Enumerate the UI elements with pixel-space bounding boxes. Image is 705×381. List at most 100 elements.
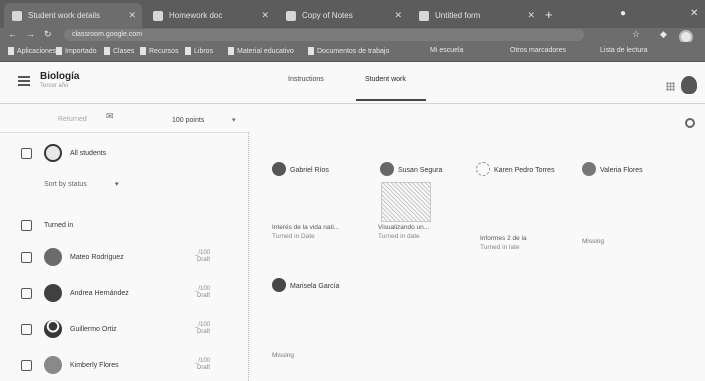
course-subtitle: Tercer año [40, 83, 69, 89]
bookmark-label: Aplicaciones [17, 47, 57, 55]
bookmark-label: Otros marcadores [510, 47, 567, 54]
student-row[interactable]: Mateo Rodríguez _/100 Draft [0, 244, 248, 272]
tab-label: Student work details [28, 11, 101, 20]
browser-tab-1[interactable]: Student work details ✕ [4, 3, 142, 28]
forward-icon[interactable]: → [26, 29, 35, 39]
all-students-label: All students [70, 150, 107, 157]
points-select[interactable]: 100 points [172, 117, 204, 124]
active-tab-indicator [356, 99, 426, 101]
tab-favicon-icon [12, 10, 22, 21]
chevron-down-icon[interactable]: ▾ [232, 116, 236, 124]
select-turned-in-checkbox[interactable] [21, 220, 32, 231]
extensions-icon[interactable]: ◆ [660, 29, 667, 40]
all-students-row[interactable]: All students [0, 140, 248, 168]
bookmark-label: Recursos [149, 47, 179, 55]
select-all-checkbox[interactable] [21, 148, 32, 159]
student-avatar [476, 162, 490, 176]
new-tab-button[interactable]: + [545, 7, 553, 22]
turned-in-label: Turned in [44, 222, 74, 229]
bookmark-item[interactable]: Lista de lectura [600, 47, 647, 54]
card-status: Missing [582, 238, 605, 245]
student-avatar [44, 248, 62, 266]
folder-icon [308, 47, 314, 55]
tab-label: Homework doc [169, 11, 223, 20]
student-name: Guillermo Ortiz [70, 326, 117, 333]
address-bar-row: ← → ↻ classroom.google.com ☆ ◆ [0, 28, 705, 42]
sort-label: Returned [58, 116, 87, 123]
bookmark-item[interactable]: Documentos de trabajo [308, 47, 389, 55]
sort-status-select[interactable]: Sort by status [44, 181, 87, 188]
student-checkbox[interactable] [21, 252, 32, 263]
user-avatar[interactable] [681, 76, 697, 94]
browser-tab-4[interactable]: Untitled form ✕ [411, 3, 541, 28]
classroom-header: Biología Tercer año Instructions Student… [0, 62, 705, 104]
grade-status: Draft [196, 257, 210, 263]
bookmark-label: Documentos de trabajo [317, 47, 390, 55]
divider [0, 132, 248, 133]
chevron-down-icon[interactable]: ▾ [115, 180, 119, 188]
card-attachment-title: Visualizando un... [378, 224, 430, 231]
attachment-thumbnail[interactable] [381, 182, 431, 222]
student-row[interactable]: Andrea Hernández _/100 Draft [0, 280, 248, 308]
all-students-icon [44, 144, 62, 162]
grade-value: _/100 [194, 358, 210, 364]
star-icon[interactable]: ☆ [632, 29, 640, 40]
close-tab-icon[interactable]: ✕ [394, 10, 402, 21]
bookmark-label: Libros [194, 47, 214, 55]
bookmark-label: Clases [113, 47, 135, 55]
apps-grid-icon[interactable] [666, 82, 675, 91]
close-tab-icon[interactable]: ✕ [128, 10, 136, 21]
student-grade[interactable]: _/100 Draft [180, 322, 210, 336]
grade-value: _/100 [194, 286, 210, 292]
bookmark-item[interactable]: Clases [104, 47, 134, 55]
browser-tab-3[interactable]: Copy of Notes ✕ [278, 3, 408, 28]
bookmark-item[interactable]: Aplicaciones [8, 47, 56, 55]
menu-icon[interactable] [18, 76, 30, 86]
student-checkbox[interactable] [21, 324, 32, 335]
back-icon[interactable]: ← [8, 29, 17, 39]
card-status: Turned in late [480, 244, 520, 251]
folder-icon [104, 47, 110, 55]
student-avatar [272, 162, 286, 176]
close-tab-icon[interactable]: ✕ [261, 10, 269, 21]
browser-tab-bar: Student work details ✕ Homework doc ✕ Co… [0, 0, 705, 28]
student-avatar [272, 278, 286, 292]
student-grade[interactable]: _/100 Draft [180, 250, 210, 264]
browser-tab-2[interactable]: Homework doc ✕ [145, 3, 275, 28]
card-student-name: Susan Segura [398, 167, 443, 174]
tab-student-work[interactable]: Student work [365, 76, 406, 83]
minimize-icon[interactable]: ● [620, 8, 626, 19]
student-avatar [582, 162, 596, 176]
turned-in-header[interactable]: Turned in [0, 214, 248, 242]
student-grade[interactable]: _/100 Draft [180, 358, 210, 372]
course-title[interactable]: Biología [40, 71, 79, 82]
tab-instructions[interactable]: Instructions [288, 76, 324, 83]
card-student-name: Valeria Flores [600, 167, 643, 174]
student-checkbox[interactable] [21, 288, 32, 299]
student-row[interactable]: Guillermo Ortiz _/100 Draft [0, 316, 248, 344]
bookmark-item[interactable]: Libros [185, 47, 213, 55]
card-status: Turned in Date [272, 233, 315, 240]
card-attachment-title: Informes 2 de la [480, 235, 527, 242]
mail-icon[interactable]: ✉ [106, 111, 114, 122]
address-input[interactable]: classroom.google.com [64, 29, 584, 41]
card-status: Missing [272, 352, 295, 359]
close-window-icon[interactable]: ✕ [690, 8, 698, 19]
student-row[interactable]: Kimberly Flores _/100 Draft [0, 352, 248, 380]
bookmark-item[interactable]: Recursos [140, 47, 179, 55]
bookmark-item[interactable]: Importado [56, 47, 97, 55]
bookmark-item[interactable]: Material educativo [228, 47, 294, 55]
bookmark-label: Lista de lectura [600, 47, 648, 54]
folder-icon [56, 47, 62, 55]
settings-icon[interactable] [685, 118, 695, 128]
bookmark-item[interactable]: Mi escuela [430, 47, 463, 54]
folder-icon [140, 47, 146, 55]
student-grade[interactable]: _/100 Draft [180, 286, 210, 300]
student-checkbox[interactable] [21, 360, 32, 371]
reload-icon[interactable]: ↻ [44, 29, 52, 40]
close-tab-icon[interactable]: ✕ [527, 10, 535, 21]
tab-favicon-icon [153, 10, 163, 21]
tab-favicon-icon [419, 10, 429, 21]
student-name: Kimberly Flores [70, 362, 119, 369]
bookmark-item[interactable]: Otros marcadores [510, 47, 566, 54]
